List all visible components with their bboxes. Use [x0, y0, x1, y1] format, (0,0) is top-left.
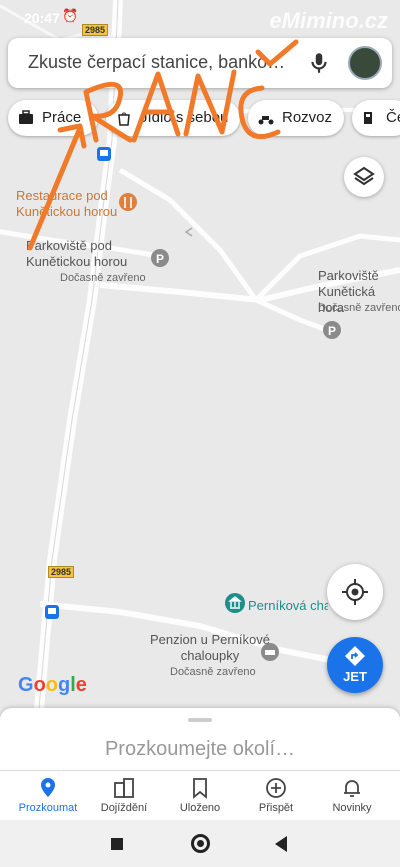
back-button[interactable]	[275, 836, 287, 852]
museum-pin-icon[interactable]	[224, 592, 246, 618]
hotel-pin-icon[interactable]	[260, 642, 280, 666]
google-logo: Google	[18, 674, 87, 696]
search-bar[interactable]: Zkuste čerpací stanice, banko…	[8, 38, 392, 88]
bus-stop-icon[interactable]	[44, 604, 60, 620]
recents-button[interactable]	[111, 838, 123, 850]
restaurant-label[interactable]: Restaurace pod Kunětickou horou	[16, 188, 120, 220]
scooter-icon	[258, 116, 274, 125]
search-input[interactable]: Zkuste čerpací stanice, banko…	[28, 52, 300, 73]
sheet-title: Prozkoumejte okolí…	[104, 738, 296, 760]
svg-text:P: P	[156, 252, 164, 266]
bus-stop-icon[interactable]	[96, 146, 112, 162]
briefcase-icon	[19, 110, 33, 124]
chip-work[interactable]: Práce	[8, 100, 98, 136]
pension-status: Dočasně zavřeno	[170, 666, 256, 678]
chip-label: Jídlo s sebou	[140, 109, 229, 126]
takeout-bag-icon	[118, 112, 130, 126]
sheet-drag-handle[interactable]	[188, 718, 212, 722]
chip-label: Rozvoz	[282, 109, 333, 126]
chip-delivery[interactable]: Rozvoz	[248, 100, 344, 136]
road-number-badge: 2985	[48, 566, 75, 578]
nav-contribute[interactable]: Přispět	[238, 771, 314, 821]
parking-1-status: Dočasně zavřeno	[60, 272, 146, 284]
nav-saved[interactable]: Uloženo	[162, 771, 238, 821]
nav-label: Novinky	[332, 802, 372, 814]
watermark-logo: eMimino.cz	[269, 8, 388, 33]
explore-sheet[interactable]: Prozkoumejte okolí…	[0, 708, 400, 770]
layers-icon	[353, 166, 375, 186]
chip-gas[interactable]: Če	[352, 100, 400, 136]
add-circle-icon	[266, 778, 286, 798]
layers-button[interactable]	[344, 157, 384, 197]
museum-label[interactable]: Perníková chaloupka	[248, 598, 328, 614]
bottom-navigation: Prozkoumat Dojíždění Uloženo Přispět Nov…	[0, 770, 400, 820]
nav-commute[interactable]: Dojíždění	[86, 771, 162, 821]
directions-button[interactable]: JET	[327, 637, 383, 693]
nav-updates[interactable]: Novinky	[314, 771, 390, 821]
nav-label: Uloženo	[179, 802, 221, 814]
status-bar: 20:47 ⏰ eMimino.cz	[0, 0, 400, 36]
user-avatar[interactable]	[348, 46, 382, 80]
nav-label: Dojíždění	[100, 802, 148, 814]
commute-icon	[114, 778, 134, 798]
bookmark-icon	[193, 778, 207, 799]
nav-label: Prozkoumat	[18, 802, 78, 814]
crosshair-icon	[342, 579, 368, 605]
parking-1-label[interactable]: Parkoviště pod Kunětickou horou	[26, 238, 156, 270]
mic-icon[interactable]	[306, 50, 332, 76]
directions-label: JET	[343, 669, 367, 684]
nav-label: Přispět	[258, 802, 294, 814]
my-location-button[interactable]	[327, 564, 383, 620]
explore-pin-icon	[41, 778, 55, 797]
gas-station-icon	[364, 112, 372, 124]
alarm-icon: ⏰	[62, 8, 79, 23]
status-time: 20:47	[24, 10, 60, 26]
home-button[interactable]	[191, 834, 210, 853]
chip-label: Če	[386, 109, 400, 126]
parking-pin-icon[interactable]: P	[322, 320, 342, 344]
system-navigation-bar	[0, 820, 400, 867]
bell-icon	[344, 780, 360, 797]
nav-explore[interactable]: Prozkoumat	[10, 771, 86, 821]
parking-2-status: Dočasně zavřeno	[318, 302, 400, 314]
parking-pin-icon[interactable]: P	[150, 248, 170, 272]
restaurant-pin-icon[interactable]	[118, 192, 138, 216]
svg-text:P: P	[328, 324, 336, 338]
directions-icon	[345, 646, 365, 666]
category-chips: Práce Jídlo s sebou Rozvoz Če	[8, 100, 400, 138]
chip-takeout[interactable]: Jídlo s sebou	[106, 100, 240, 136]
chip-label: Práce	[42, 109, 82, 126]
